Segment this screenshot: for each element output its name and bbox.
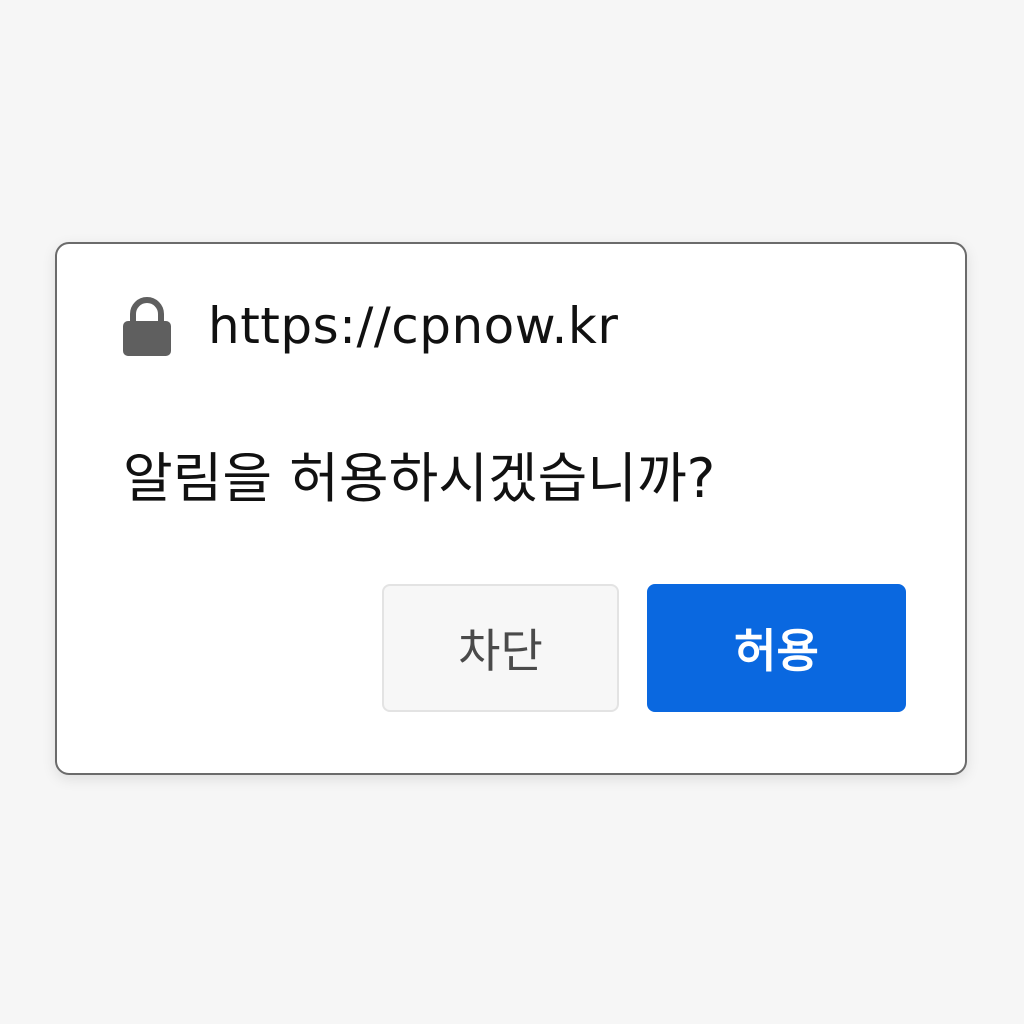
site-origin-row: https://cpnow.kr xyxy=(123,296,618,356)
permission-question: 알림을 허용하시겠습니까? xyxy=(123,447,716,510)
allow-button[interactable]: 허용 xyxy=(647,584,906,712)
block-button[interactable]: 차단 xyxy=(382,584,619,712)
lock-icon xyxy=(123,297,171,356)
notification-permission-dialog: https://cpnow.kr 알림을 허용하시겠습니까? 차단 허용 xyxy=(55,242,967,775)
site-url: https://cpnow.kr xyxy=(208,297,619,355)
